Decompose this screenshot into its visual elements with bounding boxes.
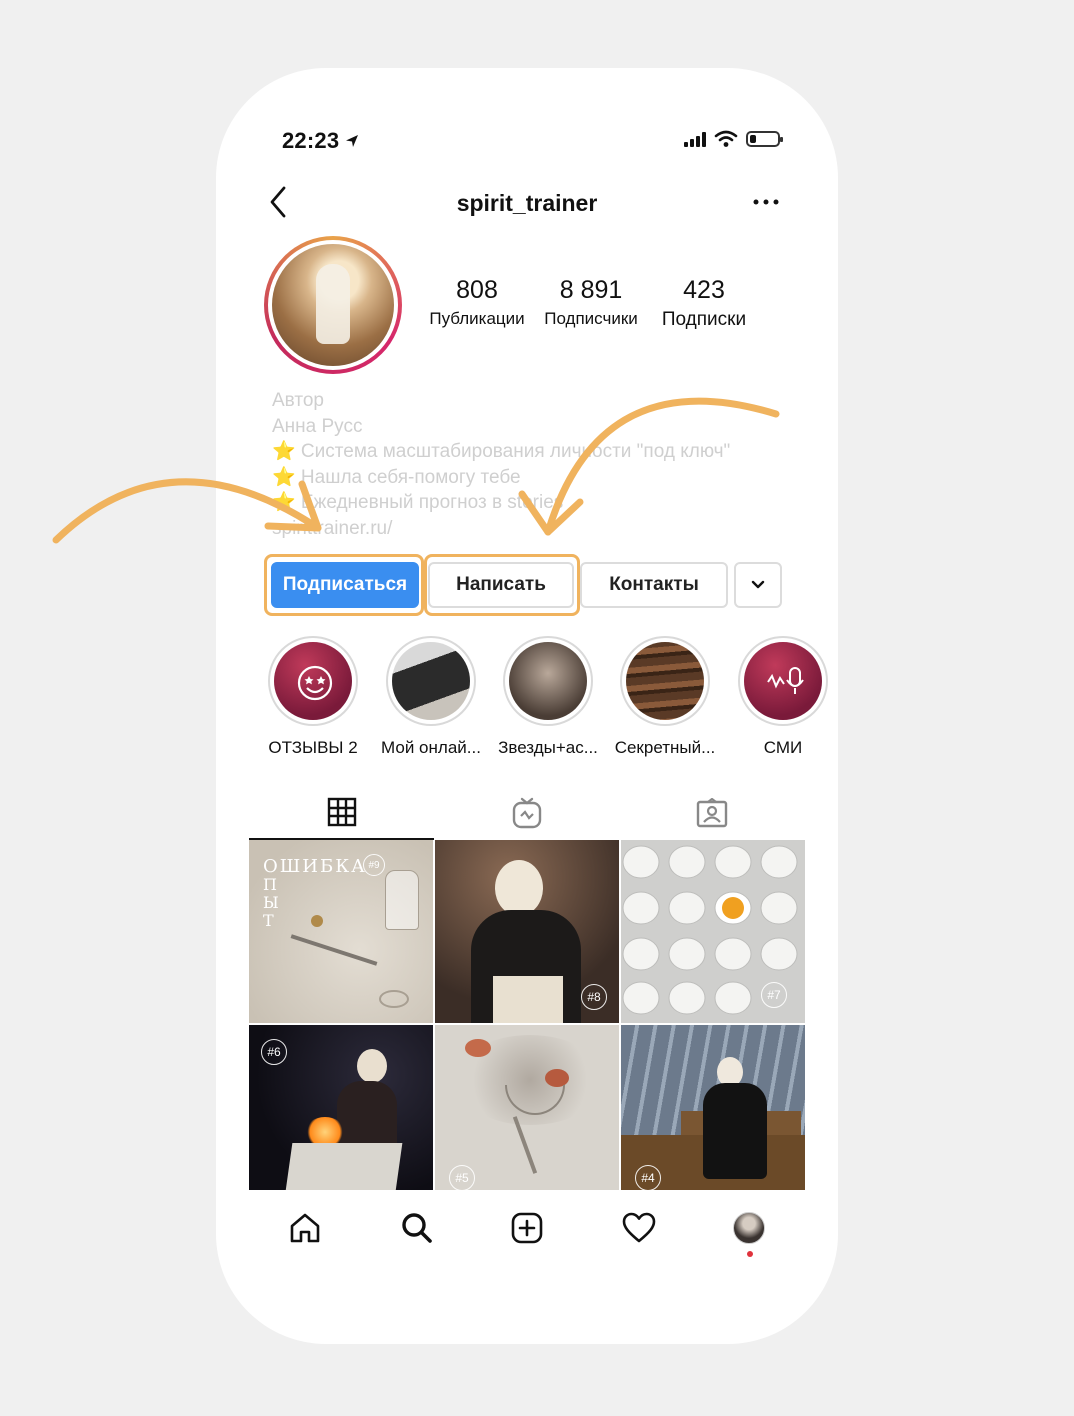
post-tile[interactable]: ОШИБКА П Ы Т #9 bbox=[249, 840, 433, 1023]
smiley-star-eyes-icon bbox=[297, 665, 333, 701]
grid-icon bbox=[327, 797, 356, 827]
posts-grid: ОШИБКА П Ы Т #9 #8 #7 #6 #5 #4 bbox=[249, 840, 805, 1190]
highlight-media[interactable]: СМИ bbox=[726, 636, 838, 758]
stat-followers[interactable]: 8 891 Подписчики bbox=[536, 276, 646, 329]
profile-username: spirit_trainer bbox=[456, 190, 598, 216]
bio-line-1: ⭐ Система масштабирования личности "под … bbox=[272, 441, 731, 462]
notification-dot bbox=[747, 1251, 753, 1257]
story-highlights: ОТЗЫВЫ 2 Мой онлай... Звезды+ас... Секре… bbox=[216, 636, 838, 758]
profile-avatar[interactable] bbox=[264, 236, 402, 374]
igtv-icon bbox=[512, 797, 541, 829]
post-overlay-letter: Ы bbox=[263, 893, 279, 912]
post-tile[interactable]: #5 bbox=[435, 1025, 619, 1190]
nav-search[interactable] bbox=[387, 1198, 447, 1258]
add-post-icon bbox=[511, 1212, 543, 1244]
stat-followers-label: Подписчики bbox=[544, 309, 638, 328]
stat-following[interactable]: 423 Подписки bbox=[650, 276, 758, 331]
heart-icon bbox=[622, 1212, 656, 1243]
profile-avatar-small bbox=[733, 1212, 765, 1257]
tab-tagged[interactable] bbox=[619, 786, 804, 840]
post-number-badge: #7 bbox=[761, 982, 787, 1008]
bio-link[interactable]: spirittrainer.ru/ bbox=[272, 516, 792, 542]
profile-tabs bbox=[249, 786, 805, 840]
post-number-badge: #6 bbox=[261, 1039, 287, 1065]
nav-profile[interactable] bbox=[719, 1198, 779, 1258]
battery-icon bbox=[746, 131, 783, 147]
phone-frame: 22:23 spirit_trainer 808 Публикации 8 89… bbox=[216, 68, 838, 1344]
status-icons bbox=[684, 130, 783, 148]
profile-bio: Автор Анна Русс ⭐ Система масштабировани… bbox=[272, 388, 792, 541]
highlight-online[interactable]: Мой онлай... bbox=[374, 636, 488, 758]
stat-posts[interactable]: 808 Публикации bbox=[422, 276, 532, 329]
post-overlay-letter: Т bbox=[263, 911, 274, 930]
post-tile[interactable]: #7 bbox=[621, 840, 805, 1023]
stat-posts-label: Публикации bbox=[429, 309, 525, 328]
contacts-button[interactable]: Контакты bbox=[580, 562, 728, 608]
post-number-badge: #9 bbox=[363, 854, 385, 876]
bio-line-3: ⭐ Ежедневный прогноз в stories bbox=[272, 492, 564, 513]
home-icon bbox=[290, 1213, 320, 1243]
highlight-stars[interactable]: Звезды+ас... bbox=[491, 636, 605, 758]
post-overlay-letter: П bbox=[263, 875, 277, 894]
stat-following-value: 423 bbox=[683, 276, 725, 304]
post-overlay-title: ОШИБКА bbox=[263, 856, 367, 877]
more-options-icon[interactable] bbox=[752, 196, 780, 208]
nav-create[interactable] bbox=[497, 1198, 557, 1258]
stat-followers-value: 8 891 bbox=[559, 276, 623, 304]
status-time: 22:23 bbox=[282, 128, 360, 154]
location-arrow-icon bbox=[346, 135, 359, 147]
bio-line-2: ⭐ Нашла себя-помогу тебе bbox=[272, 466, 521, 488]
post-number-badge: #8 bbox=[581, 984, 607, 1010]
wifi-icon bbox=[714, 130, 738, 147]
tagged-person-icon bbox=[696, 798, 727, 828]
nav-activity[interactable] bbox=[609, 1198, 669, 1258]
signal-icon bbox=[684, 131, 706, 147]
bottom-navigation bbox=[249, 1198, 805, 1258]
follow-button[interactable]: Подписаться bbox=[271, 562, 419, 608]
stat-posts-value: 808 bbox=[456, 276, 498, 304]
post-number-badge: #4 bbox=[635, 1165, 661, 1190]
bio-name: Анна Русс bbox=[272, 415, 363, 437]
post-number-badge: #5 bbox=[449, 1165, 475, 1190]
search-icon bbox=[402, 1213, 432, 1243]
highlight-label: Звезды+ас... bbox=[498, 738, 598, 757]
nav-home[interactable] bbox=[275, 1198, 335, 1258]
highlight-label: Мой онлай... bbox=[381, 738, 481, 757]
message-button[interactable]: Написать bbox=[428, 562, 574, 608]
chevron-down-icon bbox=[751, 580, 765, 589]
stat-following-label: Подписки bbox=[661, 309, 747, 330]
tab-posts-grid[interactable] bbox=[249, 786, 434, 840]
post-tile[interactable]: #8 bbox=[435, 840, 619, 1023]
suggested-dropdown-button[interactable] bbox=[734, 562, 782, 608]
highlight-label: ОТЗЫВЫ 2 bbox=[268, 738, 358, 757]
highlight-secret[interactable]: Секретный... bbox=[608, 636, 722, 758]
tab-igtv[interactable] bbox=[434, 786, 619, 840]
highlight-label: Секретный... bbox=[614, 738, 716, 757]
post-tile[interactable]: #4 bbox=[621, 1025, 805, 1190]
post-tile[interactable]: #6 bbox=[249, 1025, 433, 1190]
microphone-icon bbox=[767, 667, 804, 694]
status-time-text: 22:23 bbox=[282, 128, 340, 153]
bio-category: Автор bbox=[272, 390, 324, 411]
highlight-label: СМИ bbox=[763, 738, 803, 757]
highlight-reviews[interactable]: ОТЗЫВЫ 2 bbox=[256, 636, 370, 758]
